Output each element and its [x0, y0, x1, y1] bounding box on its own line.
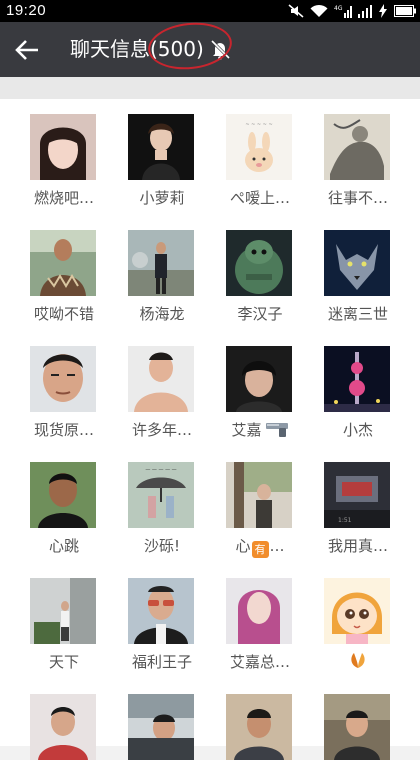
member-name-text: 福利王子	[131, 653, 192, 671]
member-name: 艾嘉总…	[211, 651, 309, 672]
title-text: 聊天信息	[70, 37, 150, 61]
svg-text:— — — — —: — — — — —	[145, 467, 176, 473]
member-name: 迷离三世	[309, 303, 407, 324]
member-name-text: 小萝莉	[139, 189, 185, 207]
member-name: 现货原…	[15, 419, 113, 440]
status-time: 19:20	[6, 2, 47, 19]
page-title: 聊天信息(500)	[70, 34, 204, 64]
svg-text:1:51: 1:51	[338, 517, 352, 524]
member-name-tail: …	[269, 537, 285, 555]
member-name-text: 许多年…	[131, 421, 192, 439]
member-name: 许多年…	[113, 419, 211, 440]
member-name: 天下	[15, 651, 113, 672]
member-name: 燃烧吧…	[15, 187, 113, 208]
member-avatar[interactable]	[30, 346, 96, 412]
member-avatar[interactable]	[226, 578, 292, 644]
member-avatar[interactable]	[30, 694, 96, 760]
member-name: 小杰	[309, 419, 407, 440]
member-name: 杨海龙	[113, 303, 211, 324]
member-avatar[interactable]	[128, 230, 194, 296]
member-name: 往事不…	[309, 187, 407, 208]
member-name-badge: 有	[251, 541, 269, 558]
status-bar: 19:20 4G	[0, 0, 420, 22]
status-icons: 4G	[288, 3, 416, 19]
member-avatar[interactable]	[324, 578, 390, 644]
member-grid: 燃烧吧… 小萝莉 ~ ~ ~ ~ ~ ぺ嗳上… 往事不… 哎呦不错 杨海龙 李汉子 迷离三世现货…	[0, 99, 420, 760]
member-name-text: 现货原…	[33, 421, 94, 439]
member-avatar[interactable]	[128, 346, 194, 412]
member-name: 福利王子	[113, 651, 211, 672]
member-count: (500)	[150, 37, 204, 61]
pistol-icon	[265, 423, 288, 437]
member-avatar[interactable]	[128, 114, 194, 180]
member-name-text: 艾嘉	[231, 421, 262, 439]
member-avatar[interactable]	[226, 694, 292, 760]
member-name: 哎呦不错	[15, 303, 113, 324]
member-name-text: 艾嘉总…	[229, 653, 290, 671]
charging-icon	[379, 4, 387, 18]
battery-icon	[394, 5, 416, 17]
member-avatar[interactable]	[226, 462, 292, 528]
member-avatar[interactable]	[226, 230, 292, 296]
member-name-text: 李汉子	[237, 305, 283, 323]
member-name: 小萝莉	[113, 187, 211, 208]
member-name-text: 心	[235, 537, 251, 555]
back-button[interactable]	[12, 35, 44, 65]
member-name-text: 燃烧吧…	[33, 189, 94, 207]
member-avatar[interactable]	[226, 346, 292, 412]
member-name-text: 哎呦不错	[33, 305, 94, 323]
member-avatar[interactable]: — — — — —	[128, 462, 194, 528]
member-name: 沙砾!	[113, 535, 211, 556]
app-header: 聊天信息(500)	[0, 22, 420, 77]
svg-text:~ ~ ~ ~ ~: ~ ~ ~ ~ ~	[245, 122, 272, 128]
section-divider	[0, 77, 420, 99]
member-name: 心有…	[211, 535, 309, 558]
member-avatar[interactable]	[30, 462, 96, 528]
svg-text:4G: 4G	[334, 5, 343, 12]
back-arrow-icon	[15, 40, 38, 60]
member-avatar[interactable]	[30, 230, 96, 296]
member-name	[309, 651, 407, 671]
member-avatar[interactable]	[324, 114, 390, 180]
member-name-text: 迷离三世	[327, 305, 388, 323]
mute-status-icon	[288, 4, 304, 18]
member-avatar[interactable]	[324, 694, 390, 760]
member-name: 艾嘉	[211, 419, 309, 440]
member-name-text: 我用真…	[327, 537, 388, 555]
member-avatar[interactable]	[128, 694, 194, 760]
mute-bell-icon	[210, 39, 231, 60]
member-avatar[interactable]	[324, 346, 390, 412]
member-name-text: 往事不…	[327, 189, 388, 207]
member-avatar[interactable]	[30, 114, 96, 180]
member-name: ぺ嗳上…	[211, 187, 309, 208]
member-name-text: 杨海龙	[139, 305, 185, 323]
member-name: 我用真…	[309, 535, 407, 556]
member-avatar[interactable]: 1:51	[324, 462, 390, 528]
member-name: 李汉子	[211, 303, 309, 324]
member-name-text: 心跳	[48, 537, 79, 555]
leaf-icon	[351, 653, 365, 668]
member-name-text: 沙砾!	[143, 537, 180, 555]
member-name-text: 小杰	[342, 421, 373, 439]
member-avatar[interactable]	[324, 230, 390, 296]
member-avatar[interactable]: ~ ~ ~ ~ ~	[226, 114, 292, 180]
member-name: 心跳	[15, 535, 113, 556]
signal-4g-icon: 4G	[334, 5, 352, 18]
member-avatar[interactable]	[128, 578, 194, 644]
member-name-text: ぺ嗳上…	[229, 189, 290, 207]
member-name-text: 天下	[48, 653, 79, 671]
signal-icon	[358, 5, 372, 18]
wifi-icon	[310, 4, 328, 17]
member-avatar[interactable]	[30, 578, 96, 644]
